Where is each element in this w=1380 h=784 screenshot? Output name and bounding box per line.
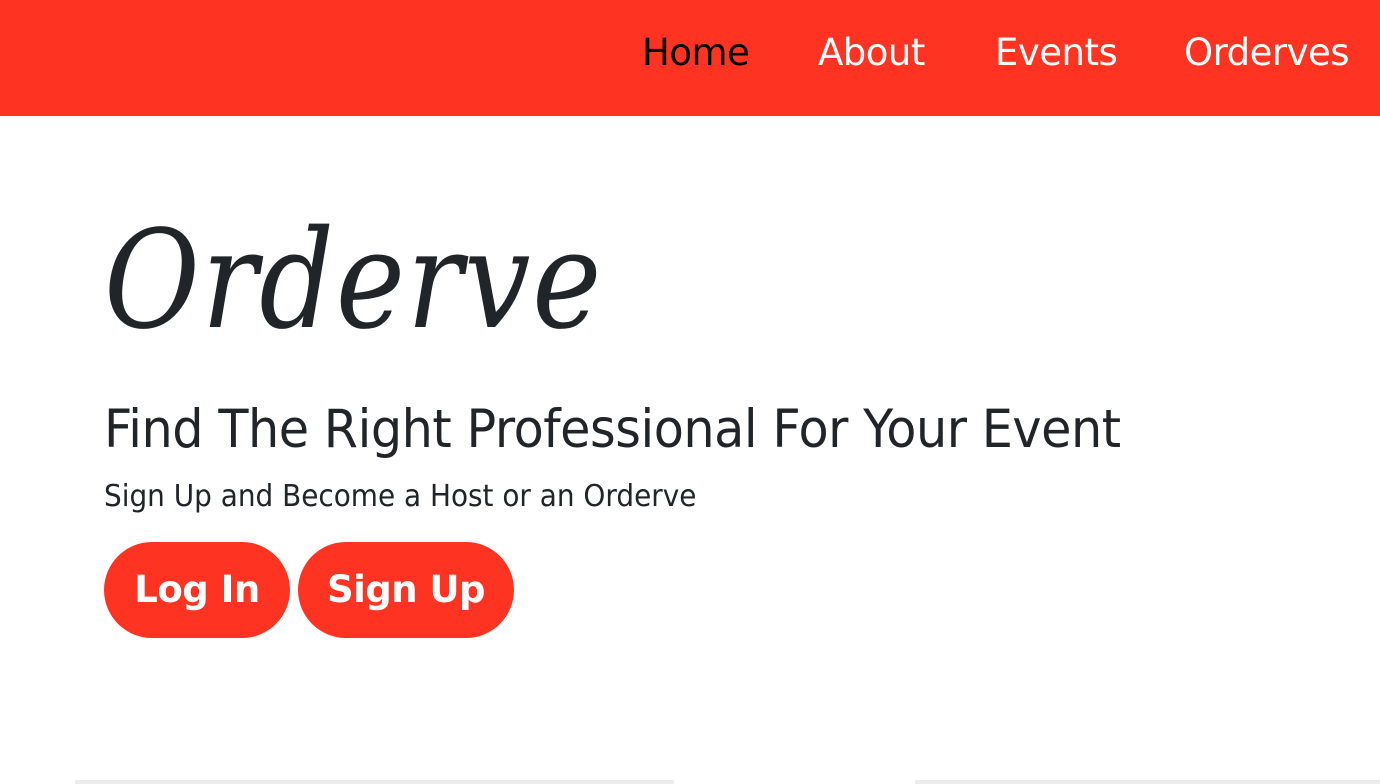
hero-subline: Sign Up and Become a Host or an Orderve <box>104 479 697 514</box>
card-top-edge-left <box>75 780 674 784</box>
nav-orderves-link[interactable]: Orderves <box>1184 30 1350 76</box>
top-navbar: Home About Events Orderves <box>0 0 1380 116</box>
card-top-edge-right <box>915 780 1380 784</box>
nav-home-link[interactable]: Home <box>642 30 750 76</box>
login-button[interactable]: Log In <box>104 542 290 638</box>
signup-button[interactable]: Sign Up <box>298 542 514 638</box>
brand-title: Orderve <box>104 202 604 360</box>
hero-headline: Find The Right Professional For Your Eve… <box>104 399 1121 460</box>
nav-events-link[interactable]: Events <box>995 30 1118 76</box>
nav-about-link[interactable]: About <box>818 30 925 76</box>
